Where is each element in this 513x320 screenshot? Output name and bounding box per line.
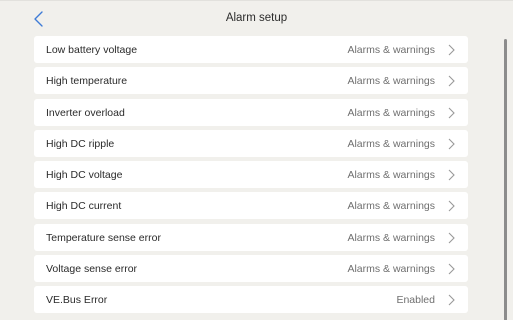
list-item-label: High DC voltage [46, 169, 123, 182]
list-item-value: Alarms & warnings [347, 137, 435, 150]
alarm-list: Low battery voltage Alarms & warnings Hi… [34, 36, 468, 318]
chevron-right-icon [446, 137, 456, 151]
list-item-label: Voltage sense error [46, 263, 138, 276]
list-item-label: High DC current [46, 200, 122, 213]
list-item-voltage-sense-error[interactable]: Voltage sense error Alarms & warnings [34, 255, 468, 283]
list-item-high-dc-ripple[interactable]: High DC ripple Alarms & warnings [34, 129, 468, 157]
page-title: Alarm setup [225, 12, 288, 24]
list-item-label: High DC ripple [46, 137, 115, 150]
list-item-vebus-error[interactable]: VE.Bus Error Enabled [34, 286, 468, 314]
list-item-value: Alarms & warnings [347, 75, 435, 88]
chevron-right-icon [446, 168, 456, 182]
list-item-value: Alarms & warnings [347, 106, 435, 119]
list-item-high-dc-voltage[interactable]: High DC voltage Alarms & warnings [34, 161, 468, 189]
list-item-value: Alarms & warnings [347, 263, 435, 276]
list-item-label: High temperature [46, 75, 128, 88]
list-item-low-battery-voltage[interactable]: Low battery voltage Alarms & warnings [34, 36, 468, 63]
header: Alarm setup [0, 1, 513, 35]
list-item-value: Enabled [396, 294, 435, 307]
list-item-value: Alarms & warnings [347, 44, 435, 56]
list-item-inverter-overload[interactable]: Inverter overload Alarms & warnings [34, 98, 468, 126]
chevron-right-icon [446, 74, 456, 88]
list-item-value: Alarms & warnings [347, 200, 435, 213]
list-item-label: VE.Bus Error [46, 294, 108, 307]
list-item-label: Temperature sense error [46, 231, 161, 244]
alarm-setup-screen: Alarm setup Low battery voltage Alarms &… [0, 0, 513, 320]
list-item-value: Alarms & warnings [347, 231, 435, 244]
list-item-label: Low battery voltage [46, 44, 138, 56]
chevron-right-icon [446, 262, 456, 276]
chevron-right-icon [446, 199, 456, 213]
list-item-temperature-sense-error[interactable]: Temperature sense error Alarms & warning… [34, 223, 468, 251]
list-item-high-dc-current[interactable]: High DC current Alarms & warnings [34, 192, 468, 220]
chevron-right-icon [446, 43, 456, 57]
chevron-right-icon [446, 106, 456, 120]
list-item-high-temperature[interactable]: High temperature Alarms & warnings [34, 67, 468, 95]
list-item-label: Inverter overload [46, 106, 125, 119]
scrollbar[interactable] [504, 39, 507, 320]
list-item-value: Alarms & warnings [347, 169, 435, 182]
chevron-right-icon [446, 293, 456, 307]
chevron-right-icon [446, 231, 456, 245]
